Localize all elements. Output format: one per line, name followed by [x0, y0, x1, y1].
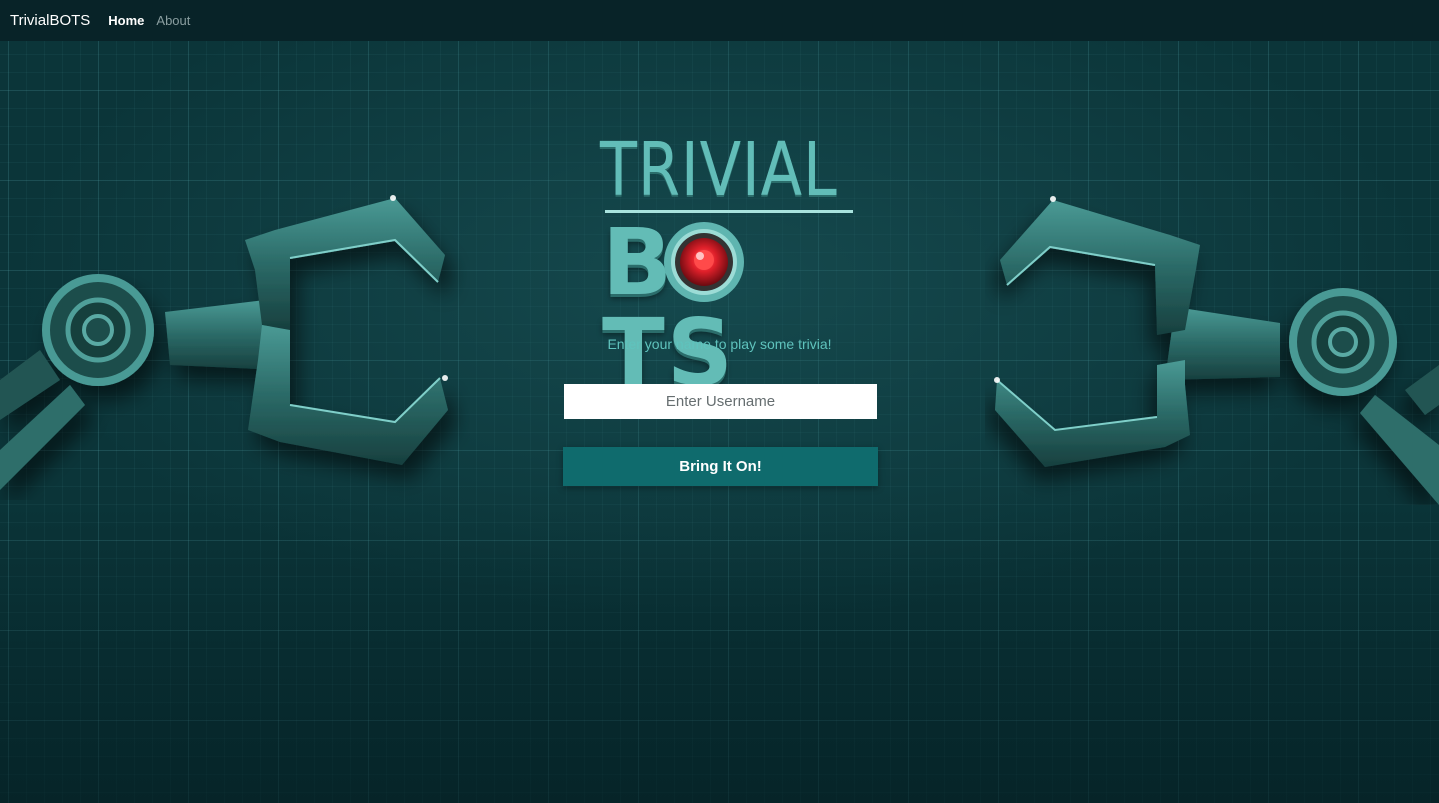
bring-it-on-button[interactable]: Bring It On! [563, 447, 878, 486]
nav-link-about[interactable]: About [156, 13, 190, 28]
brand-link[interactable]: TrivialBOTS [10, 12, 90, 29]
trivialbots-logo: TRIVIAL BTS [600, 127, 860, 399]
logo-trivial-text: TRIVIAL [600, 127, 838, 213]
robot-eye-icon [662, 220, 746, 309]
top-navbar: TrivialBOTS Home About [0, 0, 1439, 41]
tagline: Enter your name to play some trivia! [607, 336, 832, 352]
username-input[interactable] [564, 384, 877, 419]
nav-link-home[interactable]: Home [108, 13, 144, 28]
